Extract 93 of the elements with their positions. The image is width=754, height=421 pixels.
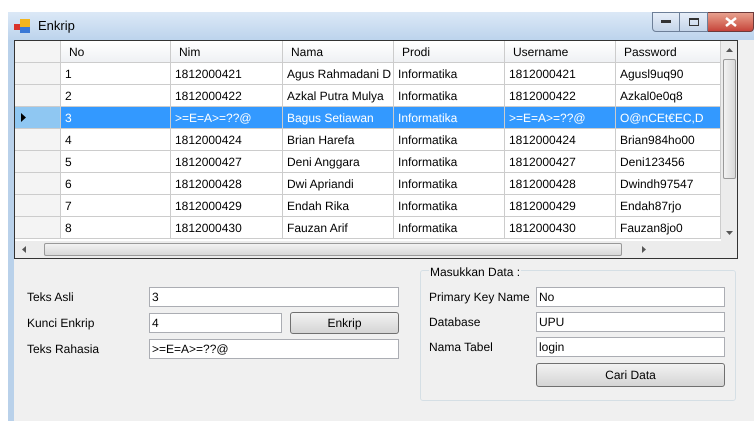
- scroll-down-icon[interactable]: [726, 231, 732, 235]
- table-cell: 1812000424: [171, 129, 283, 151]
- table-cell: Dwi Apriandi: [283, 173, 394, 195]
- row-header[interactable]: [15, 107, 61, 129]
- table-cell: 1812000422: [171, 85, 283, 107]
- table-cell: 1812000428: [505, 173, 616, 195]
- cari-data-button[interactable]: Cari Data: [536, 363, 725, 387]
- table-cell: Informatika: [394, 63, 505, 85]
- table-cell: Brian Harefa: [283, 129, 394, 151]
- input-field[interactable]: >=E=A>=??@: [149, 338, 399, 358]
- table-cell: 4: [61, 129, 171, 151]
- table-cell: Informatika: [394, 217, 505, 239]
- scroll-right-icon[interactable]: [642, 246, 646, 253]
- table-cell: 8: [61, 217, 171, 239]
- table-row[interactable]: 5 1812000427 Deni Anggara Informatika 1812000427 Deni123456: [15, 151, 721, 173]
- table-cell: 1812000430: [505, 217, 616, 239]
- table-cell: 1812000421: [505, 63, 616, 85]
- enkrip-button[interactable]: Enkrip: [290, 312, 399, 334]
- table-cell: 5: [61, 151, 171, 173]
- input-field[interactable]: No: [536, 286, 725, 306]
- table-cell: 1812000427: [171, 151, 283, 173]
- column-header[interactable]: No: [61, 41, 171, 63]
- table-cell: Informatika: [394, 195, 505, 217]
- table-row[interactable]: 4 1812000424 Brian Harefa Informatika 1812000424 Brian984ho00: [15, 129, 721, 151]
- scroll-thumb[interactable]: [44, 243, 622, 256]
- window-title: Enkrip: [38, 17, 75, 36]
- maximize-icon: [688, 18, 698, 26]
- table-cell: Informatika: [394, 173, 505, 195]
- table-row[interactable]: 8 1812000430 Fauzan Arif Informatika 1812000430 Fauzan8jo0: [15, 217, 721, 239]
- table-cell: 7: [61, 195, 171, 217]
- table-cell: Informatika: [394, 107, 505, 129]
- field-label: Primary Key Name: [429, 288, 531, 306]
- table-cell: Deni123456: [616, 151, 721, 173]
- input-field[interactable]: 4: [149, 312, 282, 332]
- minimize-icon: [661, 20, 671, 24]
- table-cell: Bagus Setiawan: [283, 107, 394, 129]
- scroll-up-icon[interactable]: [726, 48, 732, 52]
- field-label: Teks Asli: [27, 288, 75, 306]
- table-cell: Agusl9uq90: [616, 63, 721, 85]
- table-cell: 1812000430: [171, 217, 283, 239]
- table-cell: Brian984ho00: [616, 129, 721, 151]
- table-cell: Endah Rika: [283, 195, 394, 217]
- table-cell: Fauzan Arif: [283, 217, 394, 239]
- table-cell: 1812000422: [505, 85, 616, 107]
- table-cell: Dwindh97547: [616, 173, 721, 195]
- table-cell: 1: [61, 63, 171, 85]
- table-cell: 1812000428: [171, 173, 283, 195]
- table-cell: O@nCEt€EC,D: [616, 107, 721, 129]
- minimize-button[interactable]: [652, 12, 680, 32]
- table-cell: 1812000424: [505, 129, 616, 151]
- scroll-left-icon[interactable]: [22, 246, 26, 253]
- table-cell: 1812000427: [505, 151, 616, 173]
- table-cell: Endah87rjo: [616, 195, 721, 217]
- table-cell: >=E=A>=??@: [505, 107, 616, 129]
- scroll-thumb[interactable]: [722, 59, 736, 179]
- field-label: Nama Tabel: [429, 338, 494, 356]
- input-field[interactable]: login: [536, 336, 725, 356]
- field-label: Teks Rahasia: [27, 340, 100, 358]
- table-row[interactable]: 2 1812000422 Azkal Putra Mulya Informatika 1812000422 Azkal0e0q8: [15, 85, 721, 107]
- table-cell: Informatika: [394, 129, 505, 151]
- column-header[interactable]: Nama: [283, 41, 394, 63]
- vertical-scrollbar[interactable]: [721, 41, 737, 241]
- horizontal-scrollbar[interactable]: [15, 241, 737, 258]
- table-cell: Agus Rahmadani D: [283, 63, 394, 85]
- table-cell: Fauzan8jo0: [616, 217, 721, 239]
- table-cell: 1812000421: [171, 63, 283, 85]
- maximize-button[interactable]: [680, 12, 708, 32]
- table-cell: Deni Anggara: [283, 151, 394, 173]
- column-header[interactable]: Password: [616, 41, 721, 63]
- table-cell: 1812000429: [505, 195, 616, 217]
- input-field[interactable]: 3: [149, 286, 399, 306]
- table-row[interactable]: 1 1812000421 Agus Rahmadani D Informatika 1812000421 Agusl9uq90: [15, 63, 721, 85]
- table-cell: Azkal0e0q8: [616, 85, 721, 107]
- table-cell: Azkal Putra Mulya: [283, 85, 394, 107]
- field-label: Kunci Enkrip: [27, 314, 96, 332]
- close-icon: [724, 17, 736, 27]
- table-row[interactable]: 7 1812000429 Endah Rika Informatika 1812000429 Endah87rjo: [15, 195, 721, 217]
- close-button[interactable]: [708, 12, 754, 32]
- app-icon: [14, 19, 30, 33]
- table-cell: Informatika: [394, 151, 505, 173]
- column-header[interactable]: Username: [505, 41, 616, 63]
- input-field[interactable]: UPU: [536, 312, 725, 332]
- table-cell: 1812000429: [171, 195, 283, 217]
- table-row[interactable]: 6 1812000428 Dwi Apriandi Informatika 1812000428 Dwindh97547: [15, 173, 721, 195]
- column-header[interactable]: Nim: [171, 41, 283, 63]
- field-label: Database: [429, 314, 482, 330]
- table-cell: >=E=A>=??@: [171, 107, 283, 129]
- current-row-icon: [21, 113, 26, 122]
- table-cell: 3: [61, 107, 171, 129]
- table-cell: Informatika: [394, 85, 505, 107]
- table-cell: 6: [61, 173, 171, 195]
- table-cell: 2: [61, 85, 171, 107]
- column-header[interactable]: Prodi: [394, 41, 505, 63]
